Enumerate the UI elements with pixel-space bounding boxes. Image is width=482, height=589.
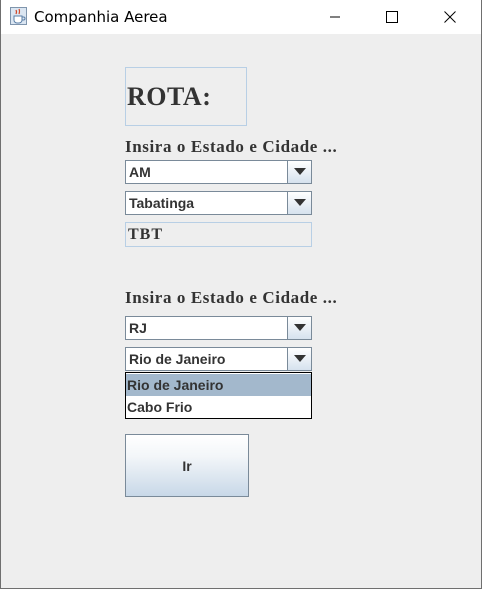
origin-state-dropdown-button[interactable] [287,161,311,183]
origin-city-select[interactable]: Tabatinga [125,191,312,215]
destination-state-select[interactable]: RJ [125,316,312,340]
go-button[interactable]: Ir [125,434,249,497]
origin-airport-code: TBT [128,226,164,243]
origin-state-value: AM [129,164,151,180]
rota-heading-box: ROTA: [125,67,247,126]
destination-city-dropdown-button[interactable] [287,348,311,370]
destination-state-value: RJ [129,320,147,336]
chevron-down-icon [293,168,306,175]
origin-airport-code-field: TBT [125,222,312,247]
destination-city-select[interactable]: Rio de Janeiro [125,347,312,371]
origin-prompt: Insira o Estado e Cidade ... [125,137,338,156]
destination-prompt: Insira o Estado e Cidade ... [125,288,338,307]
maximize-icon [386,11,398,23]
chevron-down-icon [293,324,306,331]
close-button[interactable] [427,0,473,34]
title-bar[interactable]: Companhia Aerea [1,0,481,34]
minimize-icon [330,16,340,18]
window-title: Companhia Aerea [34,8,168,26]
minimize-button[interactable] [312,0,358,34]
java-cup-icon [10,7,27,25]
chevron-down-icon [293,355,306,362]
dropdown-option-cabo-frio[interactable]: Cabo Frio [126,396,311,418]
destination-state-dropdown-button[interactable] [287,317,311,339]
go-button-label: Ir [182,457,192,474]
destination-city-dropdown-list: Rio de Janeiro Cabo Frio [125,372,312,419]
dropdown-option-rio-de-janeiro[interactable]: Rio de Janeiro [126,374,311,396]
app-window: Companhia Aerea ROTA: Insira o Estado e … [0,0,482,589]
chevron-down-icon [293,199,306,206]
origin-city-value: Tabatinga [129,195,195,211]
close-icon [444,11,456,23]
origin-city-dropdown-button[interactable] [287,192,311,214]
maximize-button[interactable] [369,0,415,34]
form-panel: ROTA: Insira o Estado e Cidade ... AM Ta… [1,34,481,588]
origin-state-select[interactable]: AM [125,160,312,184]
rota-heading: ROTA: [127,81,212,111]
destination-city-value: Rio de Janeiro [129,351,226,367]
